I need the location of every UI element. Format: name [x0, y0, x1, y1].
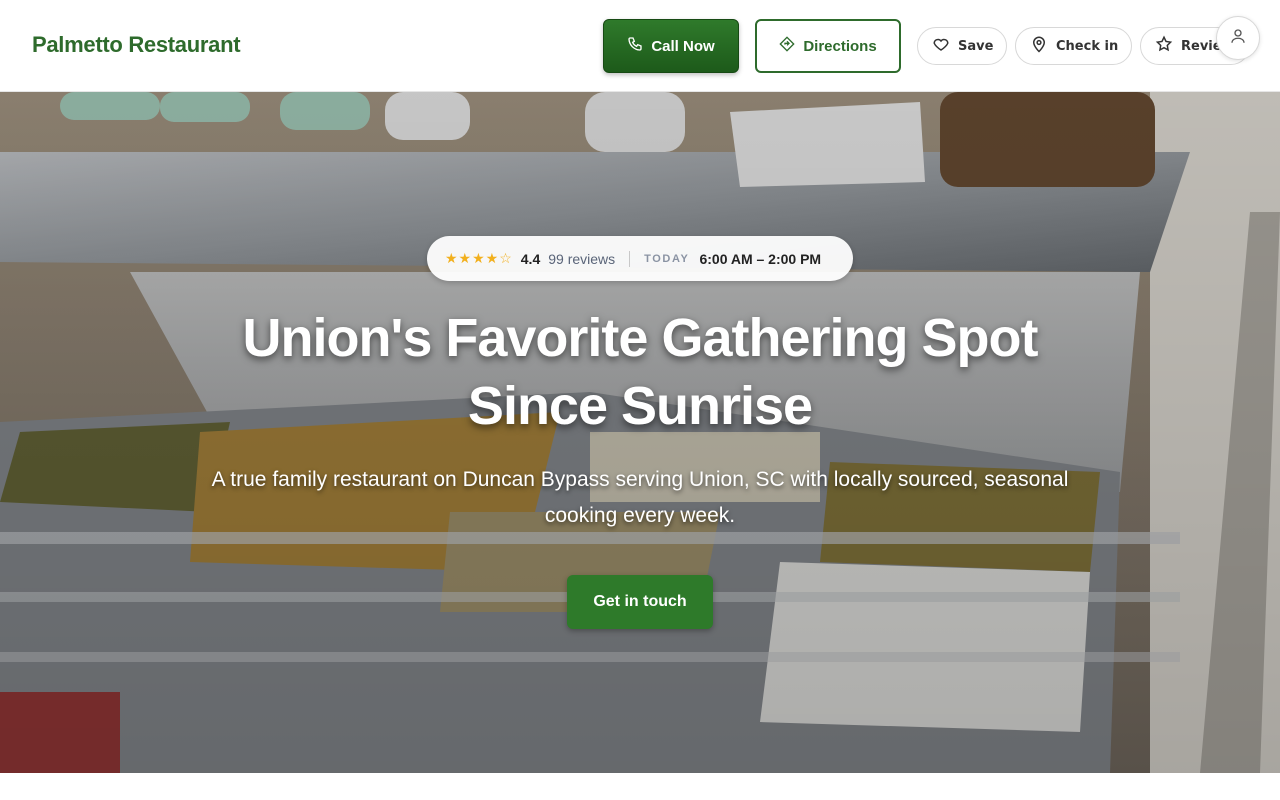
rating-value: 4.4: [520, 250, 541, 267]
rating-hours-badge: ★★★★☆ 4.4 99 reviews TODAY 6:00 AM – 2:0…: [427, 236, 853, 281]
today-label: TODAY: [644, 252, 690, 265]
hero-subtext: A true family restaurant on Duncan Bypas…: [211, 468, 1069, 527]
user-icon: [1229, 27, 1247, 50]
badge-divider: [629, 250, 631, 267]
brand-name[interactable]: Palmetto Restaurant: [32, 32, 241, 58]
rating-stars-icon: ★★★★☆: [445, 250, 513, 266]
location-pin-icon: [1030, 35, 1048, 57]
review-count[interactable]: 99 reviews: [548, 251, 615, 267]
get-in-touch-button[interactable]: Get in touch: [567, 575, 713, 629]
site-header: Palmetto Restaurant Call Now Directions …: [0, 0, 1280, 92]
star-icon: [1155, 35, 1173, 57]
save-label: Save: [958, 38, 994, 54]
hero-headline: Union's Favorite Gathering Spot Since Su…: [140, 304, 1140, 440]
hours-value: 6:00 AM – 2:00 PM: [699, 250, 822, 267]
check-in-label: Check in: [1056, 38, 1119, 54]
hero-section: ★★★★☆ 4.4 99 reviews TODAY 6:00 AM – 2:0…: [0, 92, 1280, 773]
headline-line-1: Union's Favorite Gathering Spot: [242, 308, 1039, 368]
call-now-label: Call Now: [651, 37, 715, 55]
directions-button[interactable]: Directions: [755, 19, 901, 73]
heart-icon: [932, 35, 950, 57]
headline-line-2: Since Sunrise: [467, 376, 813, 436]
call-now-button[interactable]: Call Now: [603, 19, 739, 73]
save-button[interactable]: Save: [917, 27, 1007, 65]
account-button[interactable]: [1216, 16, 1260, 60]
directions-label: Directions: [803, 37, 877, 55]
phone-icon: [627, 36, 643, 56]
directions-icon: [779, 36, 795, 56]
check-in-button[interactable]: Check in: [1015, 27, 1132, 65]
